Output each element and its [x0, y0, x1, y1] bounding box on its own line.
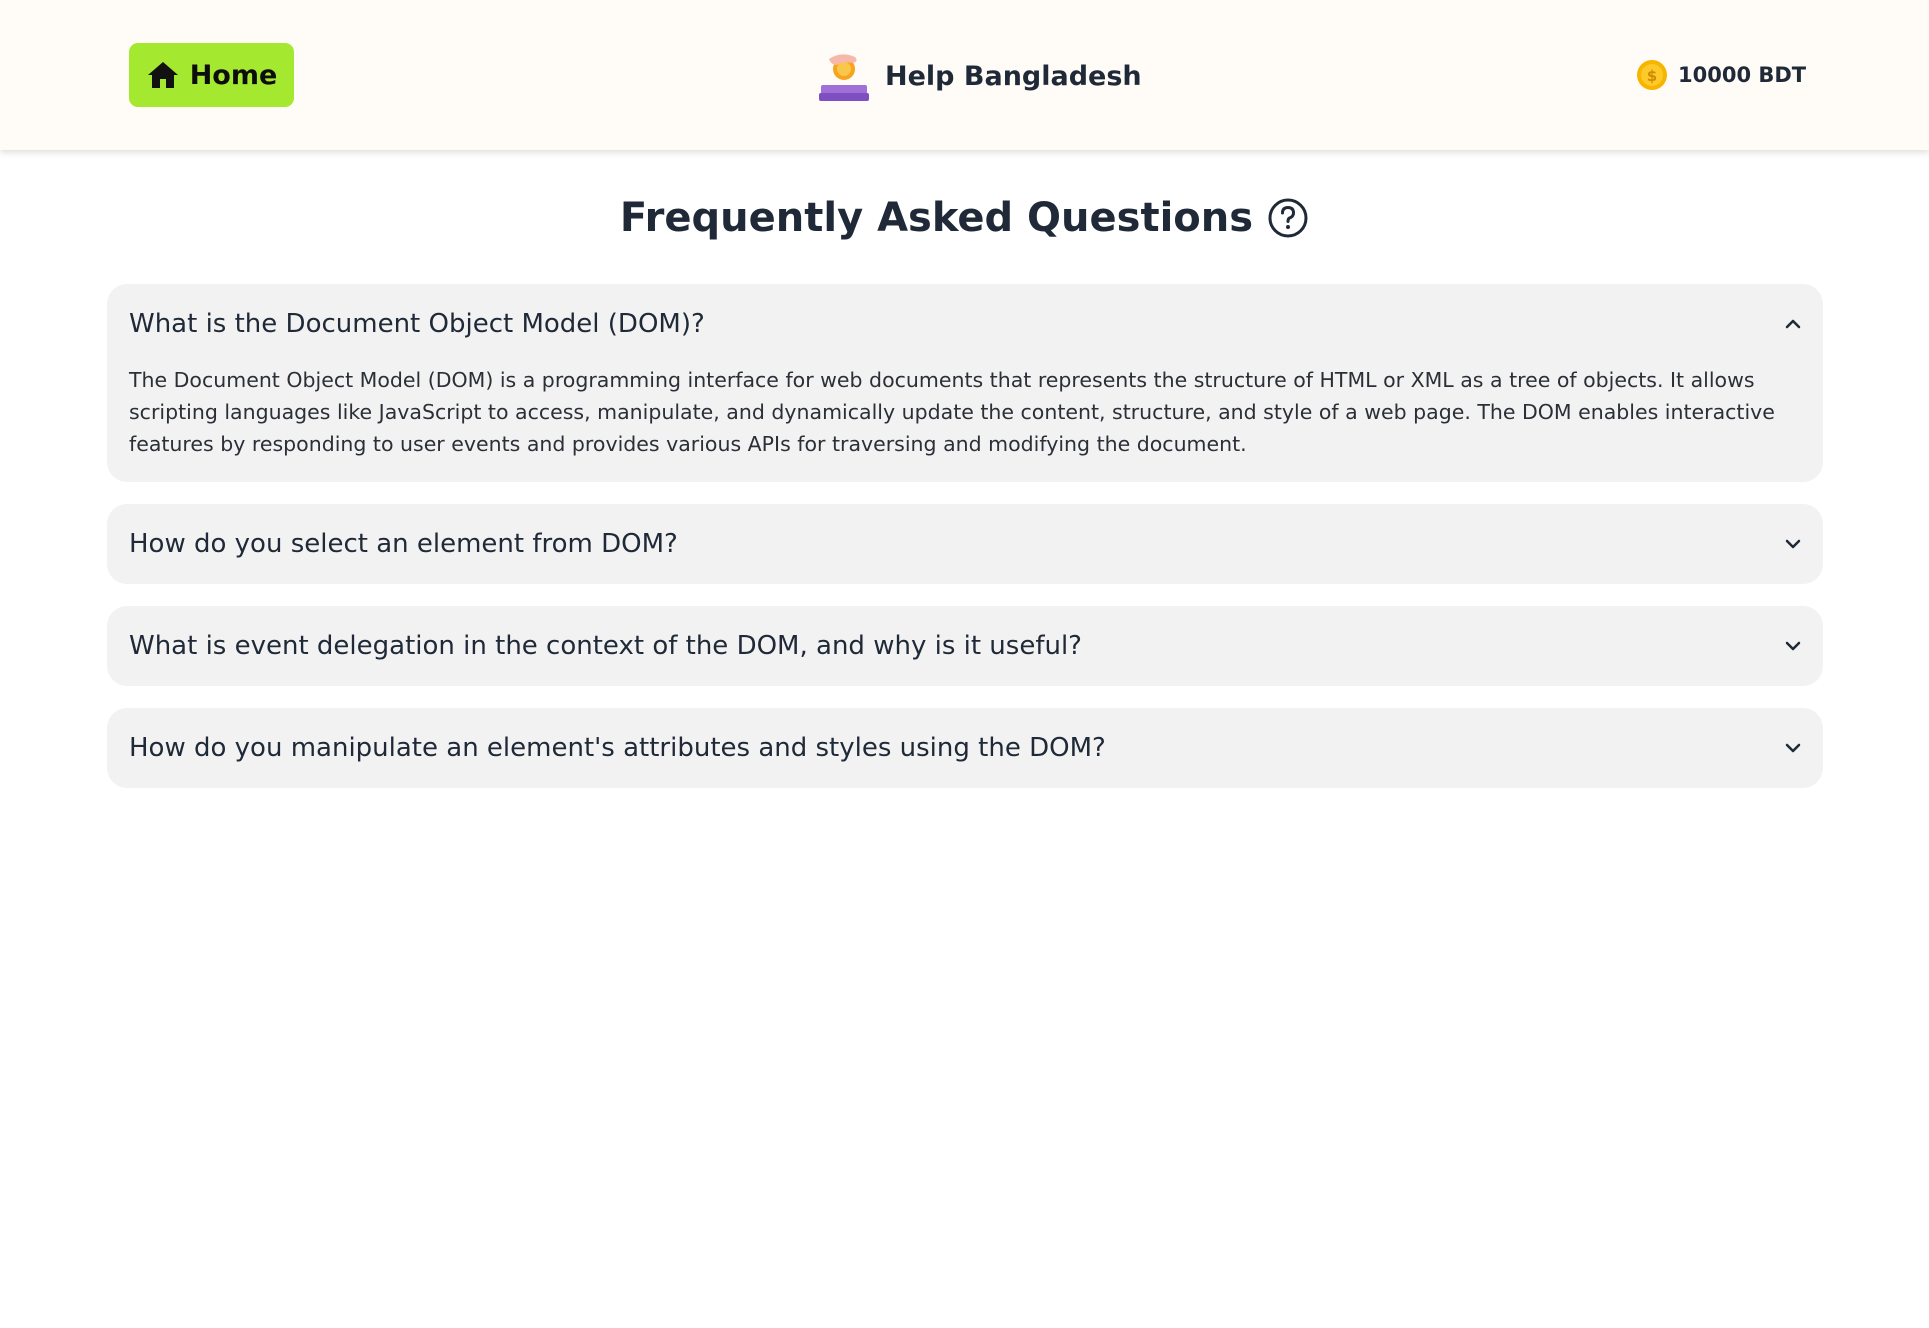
donation-hand-coin-icon — [819, 54, 869, 101]
faq-item: What is event delegation in the context … — [107, 606, 1823, 686]
chevron-down-icon[interactable] — [1783, 636, 1803, 656]
faq-question[interactable]: How do you manipulate an element's attri… — [129, 708, 1106, 788]
faq-question[interactable]: How do you select an element from DOM? — [129, 504, 678, 584]
chevron-down-icon[interactable] — [1783, 738, 1803, 758]
faq-question[interactable]: What is the Document Object Model (DOM)? — [129, 284, 705, 364]
coin-icon: $ — [1637, 60, 1667, 90]
balance-display: $ 10000 BDT — [1636, 58, 1806, 92]
home-button[interactable]: Home — [129, 43, 294, 107]
home-icon — [147, 62, 178, 88]
brand-name: Help Bangladesh — [885, 60, 1142, 92]
page-title: Frequently Asked Questions — [0, 188, 1929, 248]
faq-item: How do you select an element from DOM? — [107, 504, 1823, 584]
balance-amount: 10000 BDT — [1678, 63, 1807, 87]
chevron-down-icon[interactable] — [1783, 534, 1803, 554]
faq-item: How do you manipulate an element's attri… — [107, 708, 1823, 788]
faq-answer: The Document Object Model (DOM) is a pro… — [129, 368, 1775, 456]
navbar: Home Help Bangladesh $ 10000 BDT — [0, 0, 1929, 150]
question-circle-icon — [1268, 198, 1308, 238]
brand: Help Bangladesh — [815, 47, 1142, 105]
svg-text:$: $ — [1647, 67, 1657, 85]
home-button-label: Home — [189, 59, 278, 91]
faq-item: What is the Document Object Model (DOM)?… — [107, 284, 1823, 482]
page-title-text: Frequently Asked Questions — [619, 195, 1254, 241]
chevron-up-icon[interactable] — [1783, 314, 1803, 334]
faq-question[interactable]: What is event delegation in the context … — [129, 606, 1082, 686]
